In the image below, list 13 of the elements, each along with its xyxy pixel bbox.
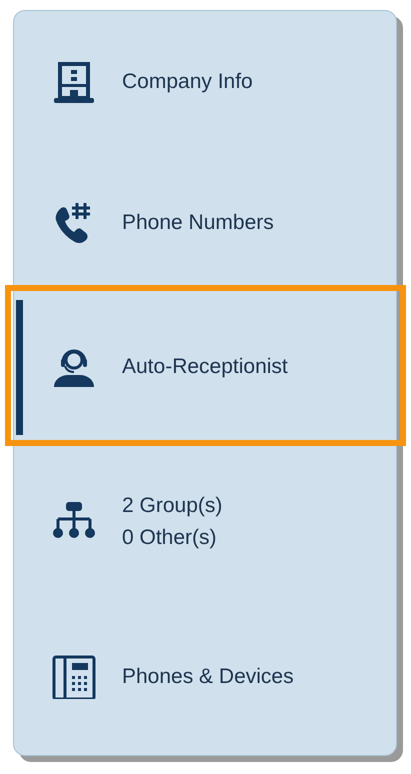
nav-label: Company Info — [122, 70, 253, 94]
nav-label: Phones & Devices — [122, 664, 294, 688]
nav-label: Auto-Receptionist — [122, 354, 288, 378]
nav-item[interactable]: Company Info — [14, 11, 396, 152]
nav-label: 0 Other(s) — [122, 526, 218, 550]
nav-item[interactable]: Auto-Receptionist — [14, 294, 396, 439]
nav-item[interactable]: Phone Numbers — [14, 152, 396, 294]
building-icon — [52, 60, 96, 104]
nav-label: Phone Numbers — [122, 211, 274, 235]
nav-item[interactable]: 2 Group(s) 0 Other(s) — [14, 439, 396, 604]
nav-label: 2 Group(s) — [122, 494, 222, 518]
desk-phone-icon — [52, 654, 96, 698]
nav-item[interactable]: Phones & Devices — [14, 604, 396, 755]
